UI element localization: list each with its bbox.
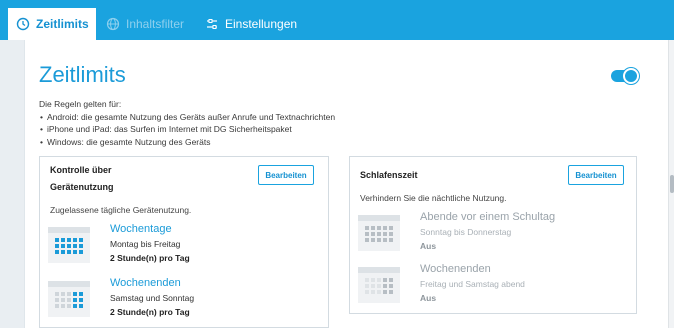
rule-android: Android: die gesamte Nutzung des Geräts … — [39, 111, 335, 124]
bedtime-row-schoolnights-title[interactable]: Abende vor einem Schultag — [420, 211, 555, 223]
calendar-weekdays-icon — [48, 227, 90, 263]
bedtime-row-weekends[interactable]: Wochenenden Freitag und Samstag abend Au… — [358, 263, 628, 307]
usage-row-weekends-value: 2 Stunde(n) pro Tag — [110, 307, 190, 317]
zeitlimits-toggle[interactable] — [611, 68, 639, 84]
tab-inhaltsfilter-label: Inhaltsfilter — [126, 17, 185, 31]
usage-row-weekdays-value: 2 Stunde(n) pro Tag — [110, 253, 190, 263]
clock-icon — [16, 17, 30, 31]
bedtime-row-schoolnights-days: Sonntag bis Donnerstag — [420, 227, 512, 237]
toggle-knob — [623, 68, 639, 84]
bedtime-row-schoolnights-value: Aus — [420, 241, 437, 251]
usage-row-weekdays-title[interactable]: Wochentage — [110, 223, 172, 235]
usage-row-weekdays[interactable]: Wochentage Montag bis Freitag 2 Stunde(n… — [48, 223, 318, 267]
usage-row-weekends-title[interactable]: Wochenenden — [110, 277, 181, 289]
bedtime-row-weekends-value: Aus — [420, 293, 437, 303]
calendar-schoolnights-icon — [358, 215, 400, 251]
rules-list: Android: die gesamte Nutzung des Geräts … — [39, 111, 335, 149]
scrollbar-thumb[interactable] — [670, 175, 674, 193]
usage-row-weekdays-days: Montag bis Freitag — [110, 239, 181, 249]
bedtime-row-weekends-title[interactable]: Wochenenden — [420, 263, 491, 275]
main-content: Zeitlimits Die Regeln gelten für: Androi… — [24, 40, 668, 328]
usage-edit-button[interactable]: Bearbeiten — [258, 165, 314, 185]
tab-zeitlimits[interactable]: Zeitlimits — [8, 8, 96, 40]
calendar-bedtime-weekends-icon — [358, 267, 400, 303]
device-usage-card: Kontrolle über Gerätenutzung Bearbeiten … — [39, 156, 329, 328]
usage-card-title-line1: Kontrolle über — [50, 165, 112, 175]
tab-zeitlimits-label: Zeitlimits — [36, 17, 89, 31]
vertical-scrollbar[interactable] — [668, 40, 674, 328]
usage-row-weekends-days: Samstag und Sonntag — [110, 293, 195, 303]
bedtime-card-title: Schlafenszeit — [360, 170, 418, 180]
tab-einstellungen[interactable]: Einstellungen — [205, 8, 297, 40]
bedtime-edit-button[interactable]: Bearbeiten — [568, 165, 624, 185]
bedtime-row-weekends-days: Freitag und Samstag abend — [420, 279, 525, 289]
page-title: Zeitlimits — [39, 62, 126, 87]
bedtime-card: Schlafenszeit Bearbeiten Verhindern Sie … — [349, 156, 637, 314]
bedtime-card-subtitle: Verhindern Sie die nächtliche Nutzung. — [360, 193, 507, 203]
sliders-icon — [205, 17, 219, 31]
tab-inhaltsfilter[interactable]: Inhaltsfilter — [106, 8, 184, 40]
top-tab-bar: Zeitlimits Inhaltsfilter Einstellungen — [0, 0, 674, 40]
bedtime-row-schoolnights[interactable]: Abende vor einem Schultag Sonntag bis Do… — [358, 211, 628, 255]
tab-einstellungen-label: Einstellungen — [225, 17, 298, 31]
calendar-weekends-icon — [48, 281, 90, 317]
rule-windows: Windows: die gesamte Nutzung des Geräts — [39, 136, 335, 149]
usage-card-subtitle: Zugelassene tägliche Gerätenutzung. — [50, 205, 192, 215]
usage-card-title: Kontrolle über Gerätenutzung — [50, 162, 114, 196]
rule-ios: iPhone und iPad: das Surfen im Internet … — [39, 123, 335, 136]
rules-text: Die Regeln gelten für: Android: die gesa… — [39, 98, 335, 148]
usage-card-title-line2: Gerätenutzung — [50, 182, 114, 192]
globe-icon — [106, 17, 120, 31]
usage-row-weekends[interactable]: Wochenenden Samstag und Sonntag 2 Stunde… — [48, 277, 318, 321]
rules-intro: Die Regeln gelten für: — [39, 99, 122, 109]
